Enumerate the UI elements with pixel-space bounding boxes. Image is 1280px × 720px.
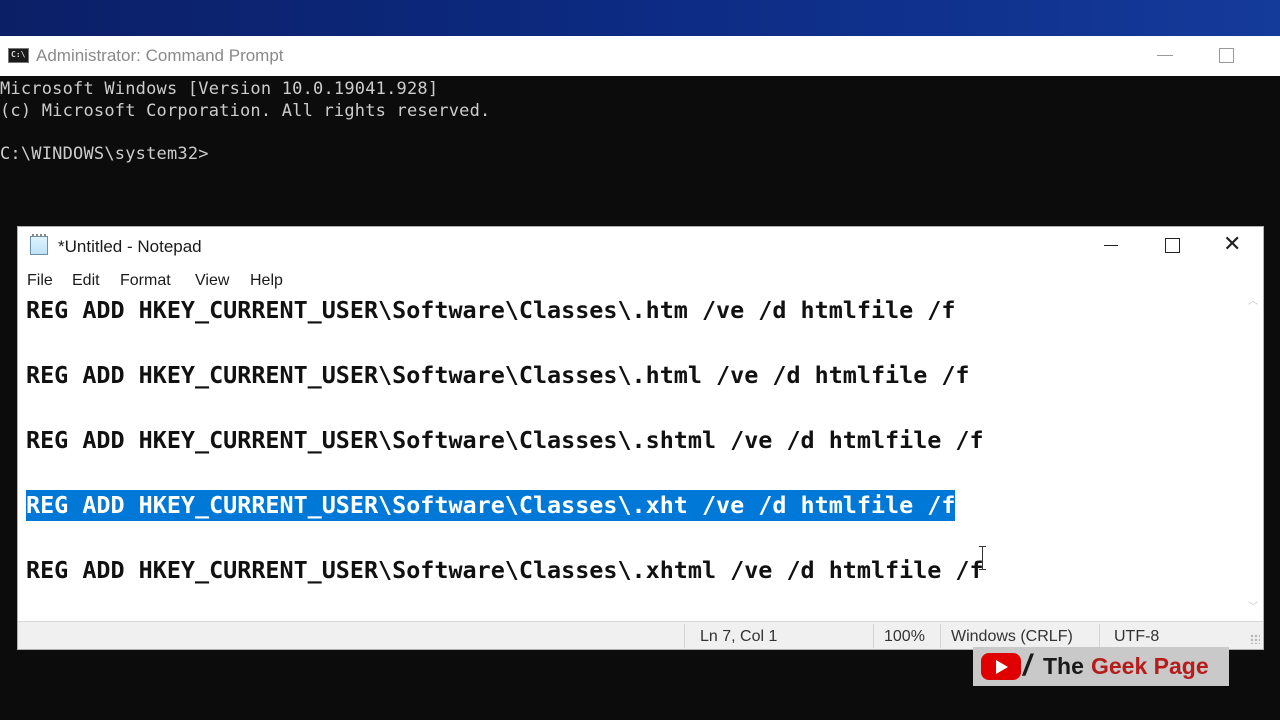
maximize-button[interactable]	[1165, 238, 1180, 253]
status-encoding: UTF-8	[1114, 628, 1160, 645]
text-editor[interactable]: REG ADD HKEY_CURRENT_USER\Software\Class…	[18, 293, 1244, 621]
notepad-titlebar[interactable]: *Untitled - Notepad ✕	[18, 227, 1263, 265]
menu-edit[interactable]: Edit	[72, 272, 100, 290]
menu-file[interactable]: File	[27, 272, 53, 290]
status-bar: Ln 7, Col 1 100% Windows (CRLF) UTF-8	[18, 621, 1263, 649]
editor-line[interactable]: REG ADD HKEY_CURRENT_USER\Software\Class…	[26, 555, 984, 586]
text-cursor-icon	[978, 546, 988, 570]
menu-view[interactable]: View	[195, 272, 229, 290]
watermark-the: The	[1043, 653, 1084, 679]
youtube-icon	[981, 653, 1021, 680]
cmd-maximize-button[interactable]	[1219, 48, 1234, 63]
editor-line[interactable]: REG ADD HKEY_CURRENT_USER\Software\Class…	[26, 295, 955, 326]
cmd-output-line: (c) Microsoft Corporation. All rights re…	[0, 101, 491, 121]
status-line-ending: Windows (CRLF)	[951, 628, 1073, 645]
watermark-logo: / The Geek Page	[973, 647, 1229, 686]
close-button[interactable]: ✕	[1223, 232, 1241, 258]
desktop-background	[0, 0, 1280, 36]
notepad-window-title: *Untitled - Notepad	[58, 237, 202, 256]
status-zoom: 100%	[884, 628, 925, 645]
scroll-up-arrow-icon[interactable]: ︿	[1248, 297, 1258, 307]
status-divider	[940, 624, 941, 648]
cmd-prompt-line[interactable]: C:\WINDOWS\system32>	[0, 144, 209, 164]
menu-format[interactable]: Format	[120, 272, 171, 290]
status-divider	[1099, 624, 1100, 648]
minimize-button[interactable]	[1104, 245, 1118, 246]
editor-line-selected[interactable]: REG ADD HKEY_CURRENT_USER\Software\Class…	[26, 490, 956, 521]
notepad-window[interactable]: *Untitled - Notepad ✕ File Edit Format V…	[17, 226, 1264, 650]
watermark-geek-page: Geek Page	[1091, 653, 1209, 679]
status-divider	[873, 624, 874, 648]
watermark-slash: /	[1023, 649, 1032, 682]
cmd-output-line: Microsoft Windows [Version 10.0.19041.92…	[0, 79, 439, 99]
resize-grip-icon[interactable]	[1250, 634, 1260, 644]
menu-help[interactable]: Help	[250, 272, 283, 290]
menu-bar: File Edit Format View Help	[18, 267, 1263, 293]
cmd-minimize-button[interactable]	[1157, 55, 1173, 56]
status-cursor-position: Ln 7, Col 1	[700, 628, 778, 645]
status-divider	[684, 624, 685, 648]
cmd-window-title: Administrator: Command Prompt	[36, 46, 284, 65]
notepad-icon	[30, 234, 48, 255]
cmd-titlebar[interactable]: C:\ Administrator: Command Prompt	[0, 36, 1280, 76]
scroll-down-arrow-icon[interactable]: ﹀	[1248, 603, 1258, 613]
vertical-scrollbar[interactable]: ︿ ﹀	[1244, 293, 1263, 621]
editor-line[interactable]: REG ADD HKEY_CURRENT_USER\Software\Class…	[26, 360, 970, 391]
cmd-app-icon: C:\	[8, 48, 29, 63]
editor-line[interactable]: REG ADD HKEY_CURRENT_USER\Software\Class…	[26, 425, 984, 456]
